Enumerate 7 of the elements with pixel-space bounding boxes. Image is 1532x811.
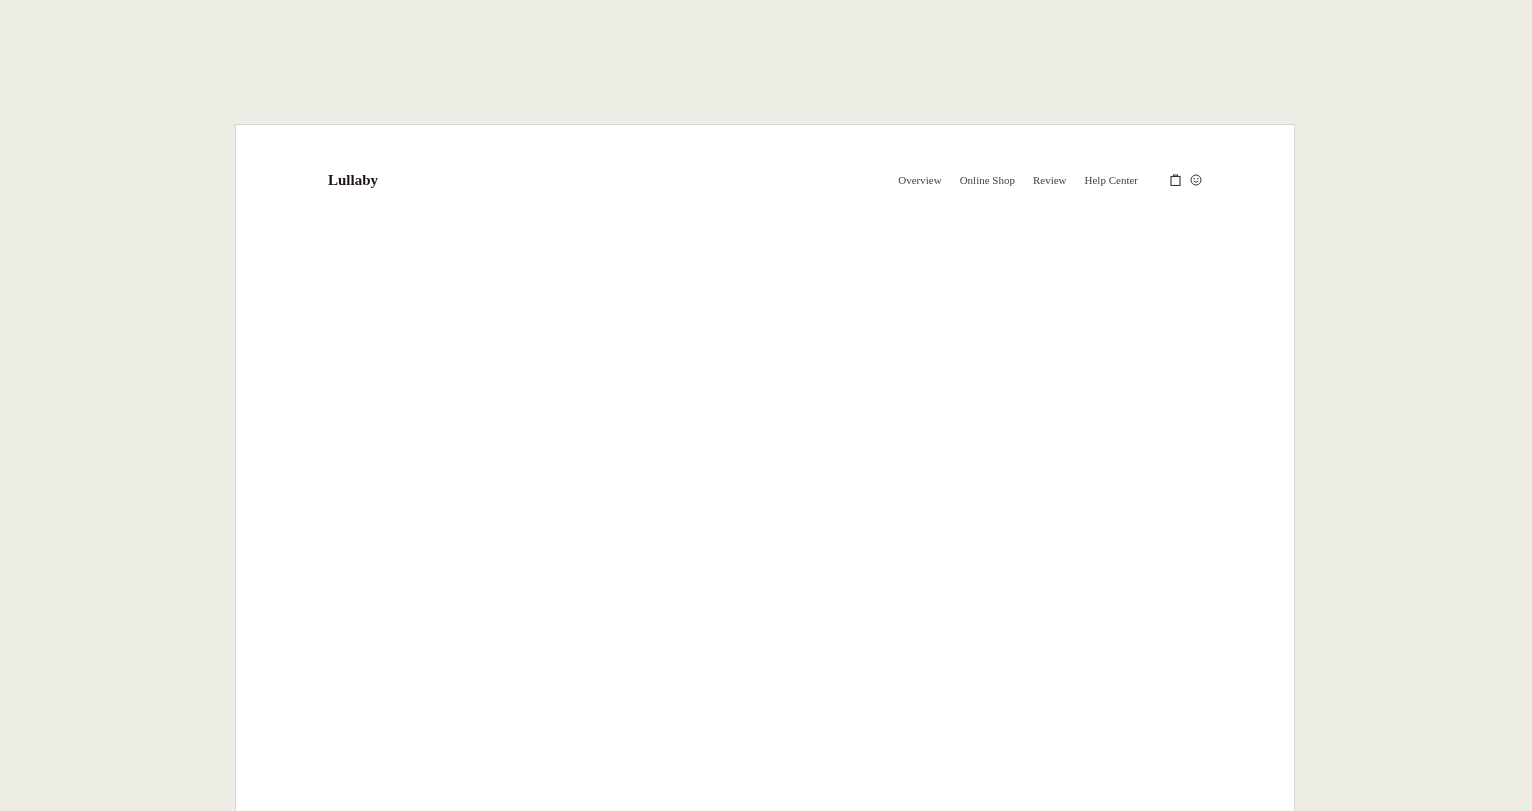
shopping-bag-icon[interactable] — [1170, 174, 1181, 186]
nav-link[interactable]: Review — [1032, 174, 1067, 186]
nav-link[interactable]: Overview — [898, 174, 942, 186]
smiley-icon[interactable] — [1190, 174, 1202, 186]
nav-link[interactable]: Online Shop — [959, 174, 1015, 186]
nav-link[interactable]: Help Center — [1084, 174, 1138, 186]
brand-logo[interactable]: Lullaby — [328, 171, 379, 189]
